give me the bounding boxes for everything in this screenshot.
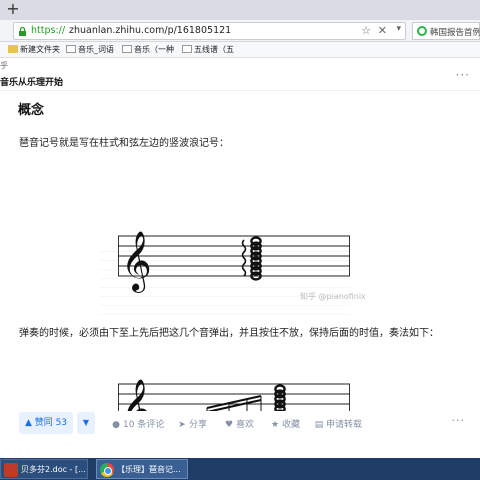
star-icon: ★ <box>270 420 280 430</box>
faded-background-text <box>100 251 350 321</box>
more-options-button[interactable]: ··· <box>456 68 470 82</box>
article-body: 概念 琶音记号就是写在柱式和弦左边的竖波浪记号： 𝄞 知乎 @pianofini… <box>0 91 480 459</box>
site-logo-fragment[interactable]: 乎 <box>0 60 8 71</box>
url-text: zhuanlan.zhihu.com/p/161805121 <box>69 25 232 36</box>
paragraph: 琶音记号就是写在柱式和弦左边的竖波浪记号： <box>19 138 229 149</box>
bookmark-item[interactable]: 新建文件夹 <box>8 44 60 55</box>
close-icon[interactable]: ✕ <box>378 24 387 37</box>
bookmark-star-icon[interactable]: ☆ <box>361 24 371 37</box>
document-icon: ▤ <box>314 420 324 430</box>
address-bar-row: https:// zhuanlan.zhihu.com/p/161805121 … <box>0 20 480 42</box>
search-engine-icon <box>417 26 427 36</box>
image-watermark: 知乎 @pianofinix <box>300 292 366 301</box>
new-tab-button[interactable]: + <box>4 1 22 19</box>
reprint-request-button[interactable]: ▤ 申请转载 <box>314 417 362 430</box>
bookmark-item[interactable]: 音乐_词语 <box>66 44 114 55</box>
tab-strip: + <box>0 0 480 20</box>
browser-icon <box>100 463 114 477</box>
taskbar-item-browser[interactable]: 【乐理】琶音记... <box>96 459 188 479</box>
folder-icon <box>8 45 18 53</box>
url-field[interactable]: https:// zhuanlan.zhihu.com/p/161805121 … <box>13 22 406 40</box>
bookmark-item[interactable]: 五线谱（五 <box>182 44 234 55</box>
favorite-button[interactable]: ★ 收藏 <box>270 417 300 430</box>
lock-icon <box>19 26 26 36</box>
page-icon <box>182 45 192 53</box>
paragraph: 弹奏的时候，必须由下至上先后把这几个音弹出，并且按住不放，保持后面的时值，奏法如… <box>19 328 439 339</box>
bookmark-item[interactable]: 音乐（一种 <box>122 44 174 55</box>
taskbar-item-wps[interactable]: 贝多芬2.doc - [... <box>0 459 88 479</box>
more-options-button[interactable]: ··· <box>452 414 466 427</box>
wps-writer-icon <box>4 463 18 477</box>
url-scheme: https:// <box>31 25 66 36</box>
page-icon <box>122 45 132 53</box>
heart-icon: ♥ <box>224 420 234 430</box>
column-title[interactable]: 音乐从乐理开始 <box>0 75 63 88</box>
column-header: 乎 音乐从乐理开始 ··· <box>0 59 480 91</box>
search-suggestion: 韩国报告首例 <box>430 28 480 38</box>
page-icon <box>66 45 76 53</box>
windows-taskbar: 贝多芬2.doc - [... 【乐理】琶音记... <box>0 458 480 480</box>
section-title: 概念 <box>18 103 45 118</box>
comments-button[interactable]: ● 10 条评论 <box>111 417 164 430</box>
article-action-bar: ▲ 赞同 53 ▼ ● 10 条评论 ➤ 分享 ♥ 喜欢 ★ 收藏 ▤ 申请转载 ··· <box>0 411 480 459</box>
upvote-button[interactable]: ▲ 赞同 53 <box>19 412 73 434</box>
downvote-button[interactable]: ▼ <box>77 412 95 434</box>
search-box[interactable]: 韩国报告首例 <box>412 22 480 40</box>
chevron-down-icon[interactable]: ▾ <box>396 24 401 34</box>
like-button[interactable]: ♥ 喜欢 <box>224 417 254 430</box>
share-icon: ➤ <box>178 420 186 430</box>
share-button[interactable]: ➤ 分享 <box>177 417 207 430</box>
comment-icon: ● <box>112 420 120 430</box>
page-content: 乎 音乐从乐理开始 ··· 概念 琶音记号就是写在柱式和弦左边的竖波浪记号： 𝄞 <box>0 59 480 459</box>
bookmarks-bar: 新建文件夹 音乐_词语 音乐（一种 五线谱（五 <box>0 42 480 58</box>
